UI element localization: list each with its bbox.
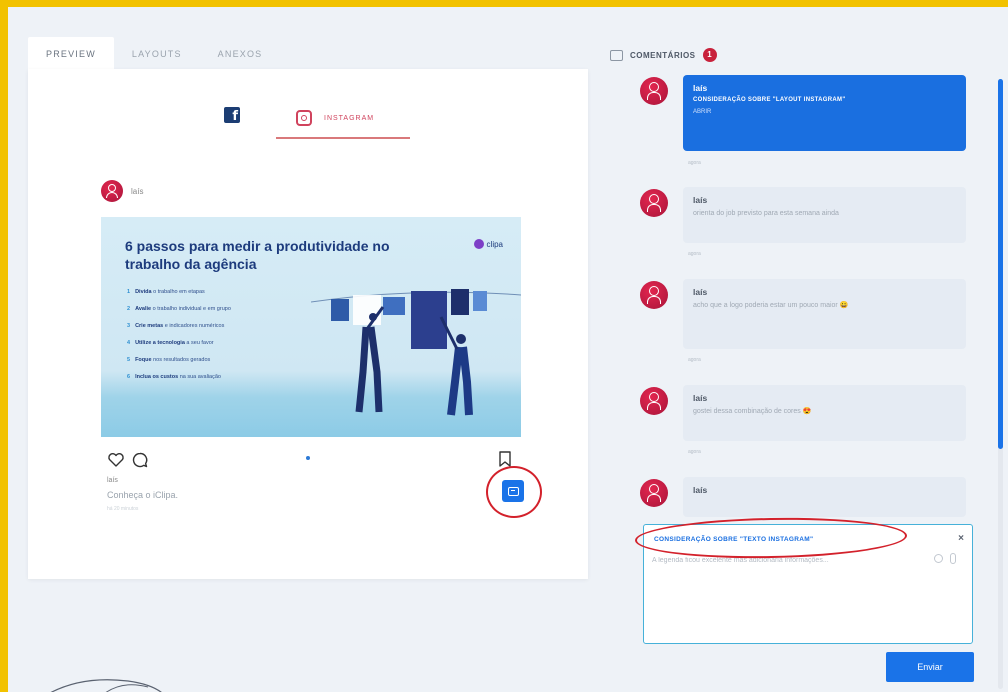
tab-anexos[interactable]: ANEXOS: [200, 37, 281, 71]
avatar: [640, 479, 668, 507]
step-item: 1 Divida o trabalho em etapas: [127, 289, 205, 295]
comment-time: agora: [688, 357, 701, 363]
network-tabs: f INSTAGRAM: [218, 99, 418, 139]
comment-item: laís gostei dessa combinação de cores 😍 …: [640, 385, 978, 465]
comment-text: orienta do job previsto para esta semana…: [693, 210, 839, 217]
post-header: laís: [101, 179, 521, 203]
instagram-tab-label: INSTAGRAM: [324, 114, 375, 122]
comment-reference: CONSIDERAÇÃO SOBRE "LAYOUT INSTAGRAM": [693, 97, 846, 103]
comment-author: laís: [693, 83, 708, 93]
comment-author: laís: [693, 195, 708, 205]
comment-item: laís: [640, 477, 978, 517]
comment-item: laís acho que a logo poderia estar um po…: [640, 279, 978, 369]
clothesline-illustration: [311, 289, 521, 416]
step-item: 5 Foque nos resultados gerados: [127, 357, 211, 363]
comments-title: COMENTÁRIOS: [630, 50, 696, 60]
step-item: 3 Crie metas e indicadores numéricos: [127, 323, 225, 329]
annotation-scribble-icon: [50, 679, 162, 692]
brand-name: clipa: [486, 239, 503, 249]
comment-icon[interactable]: [131, 451, 149, 469]
avatar: [640, 77, 668, 105]
post-time: há 20 minutos: [107, 506, 139, 512]
comment-item: laís orienta do job previsto para esta s…: [640, 187, 978, 267]
post-actions: [101, 443, 521, 477]
comment-bubble: laís acho que a logo poderia estar um po…: [683, 279, 966, 349]
step-item: 6 Inclua os custos na sua avaliação: [127, 374, 221, 380]
comment-bubble: laís gostei dessa combinação de cores 😍: [683, 385, 966, 441]
comment-text: gostei dessa combinação de cores 😍: [693, 408, 812, 415]
comment-bubble-highlighted[interactable]: laís CONSIDERAÇÃO SOBRE "LAYOUT INSTAGRA…: [683, 75, 966, 151]
network-tab-instagram[interactable]: INSTAGRAM: [276, 99, 410, 139]
facebook-icon: f: [224, 107, 240, 124]
comment-time: agora: [688, 449, 701, 455]
post-caption: Conheça o iClipa.: [107, 490, 179, 500]
annotation-circle-icon: [486, 466, 542, 518]
emoji-icon[interactable]: [934, 554, 943, 563]
avatar: [640, 387, 668, 415]
chat-icon: [610, 49, 623, 61]
post-image-title: 6 passos para medir a produtividade no t…: [125, 238, 390, 272]
heart-icon[interactable]: [107, 451, 125, 469]
comments-scrollbar-thumb[interactable]: [998, 79, 1003, 449]
post-image-steps: 1 Divida o trabalho em etapas 2 Avalie o t…: [127, 284, 231, 386]
comment-author: laís: [693, 287, 708, 297]
step-item: 4 Utilize a tecnologia a seu favor: [127, 340, 214, 346]
carousel-dot-icon: [306, 456, 310, 460]
open-reference-link[interactable]: ABRIR: [693, 109, 956, 115]
preview-tabs: PREVIEW LAYOUTS ANEXOS: [28, 37, 280, 73]
instagram-icon: [296, 110, 312, 126]
send-button[interactable]: Enviar: [886, 652, 974, 682]
post-username: laís: [131, 186, 144, 196]
post-image: 6 passos para medir a produtividade no t…: [101, 217, 521, 437]
instagram-post-preview: laís 6 passos para medir a produtividade…: [101, 179, 521, 512]
post-image-brand: clipa: [473, 239, 503, 249]
close-icon[interactable]: ×: [958, 533, 964, 544]
post-likes-user: laís: [107, 477, 118, 484]
avatar: [101, 180, 123, 202]
comments-count-badge: 1: [702, 48, 717, 62]
comments-header: COMENTÁRIOS 1: [610, 47, 717, 63]
comment-item: laís CONSIDERAÇÃO SOBRE "LAYOUT INSTAGRA…: [640, 75, 978, 175]
comment-bubble: laís: [683, 477, 966, 517]
comment-time: agora: [688, 160, 701, 166]
avatar: [640, 281, 668, 309]
network-tab-facebook[interactable]: f: [224, 107, 246, 129]
tab-preview[interactable]: PREVIEW: [28, 37, 114, 71]
app-screen: PREVIEW LAYOUTS ANEXOS f INSTAGRAM laís …: [8, 7, 1008, 692]
comment-text: acho que a logo poderia estar um pouco m…: [693, 302, 849, 309]
step-item: 2 Avalie o trabalho individual e em grupo: [127, 306, 231, 312]
comment-bubble: laís orienta do job previsto para esta s…: [683, 187, 966, 243]
comment-author: laís: [693, 393, 708, 403]
comment-author: laís: [693, 485, 708, 495]
tab-layouts[interactable]: LAYOUTS: [114, 37, 200, 71]
attachment-icon[interactable]: [950, 553, 956, 564]
comment-time: agora: [688, 251, 701, 257]
avatar: [640, 189, 668, 217]
brand-logo-icon: [473, 239, 484, 249]
